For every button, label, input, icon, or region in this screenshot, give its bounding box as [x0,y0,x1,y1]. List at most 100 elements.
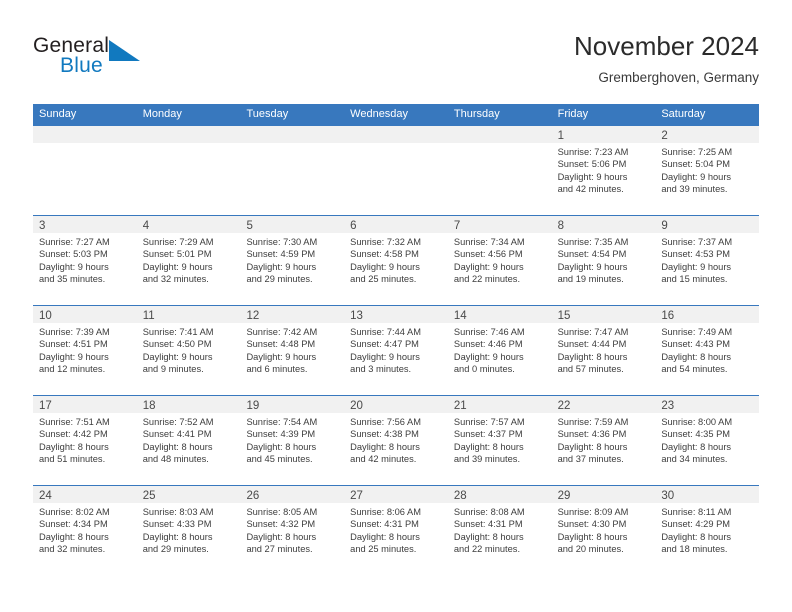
day-cell[interactable]: 5 Sunrise: 7:30 AM Sunset: 4:59 PM Daylight… [240,216,345,305]
day-sun-info: Sunrise: 7:39 AM Sunset: 4:51 PM Daylight:… [33,323,137,376]
general-blue-logo[interactable]: General Blue [33,34,213,90]
sunrise-text: Sunrise: 8:08 AM [453,507,525,517]
weekday-header-sunday: Sunday [39,108,77,120]
sunset-text: Sunset: 4:29 PM [661,519,731,530]
daylight-text-line2: and 18 minutes. [661,544,728,555]
day-cell[interactable]: 10 Sunrise: 7:39 AM Sunset: 4:51 PM Dayligh… [33,306,137,395]
page-title: November 2024 [574,31,759,61]
day-cell[interactable]: 18 Sunrise: 7:52 AM Sunset: 4:41 PM Dayligh… [136,396,241,485]
day-number-band: 30 [655,486,760,503]
calendar-grid: Sunday Monday Tuesday Wednesday Thursday… [33,104,760,575]
sunrise-text: Sunrise: 7:27 AM [39,237,110,247]
day-number-band: 5 [240,216,345,233]
day-cell[interactable]: 28 Sunrise: 8:08 AM Sunset: 4:31 PM Dayligh… [447,486,552,575]
day-cell[interactable]: 16 Sunrise: 7:49 AM Sunset: 4:43 PM Dayligh… [655,306,760,395]
daylight-text-line1: Daylight: 8 hours [661,351,732,362]
day-sun-info: Sunrise: 7:44 AM Sunset: 4:47 PM Daylight:… [344,323,448,376]
day-cell[interactable]: 8 Sunrise: 7:35 AM Sunset: 4:54 PM Daylight… [551,216,656,305]
sunrise-text: Sunrise: 7:32 AM [350,237,421,247]
day-number: 9 [661,220,668,232]
day-number-band: 7 [447,216,552,233]
sunset-text: Sunset: 4:33 PM [142,519,212,530]
sunset-text: Sunset: 4:31 PM [453,519,523,530]
day-number-band: 25 [136,486,241,503]
day-cell-empty [344,126,448,215]
day-cell[interactable]: 12 Sunrise: 7:42 AM Sunset: 4:48 PM Dayligh… [240,306,345,395]
day-cell[interactable]: 19 Sunrise: 7:54 AM Sunset: 4:39 PM Dayligh… [240,396,345,485]
day-cell[interactable]: 25 Sunrise: 8:03 AM Sunset: 4:33 PM Dayligh… [136,486,241,575]
sunset-text: Sunset: 5:06 PM [557,159,627,170]
daylight-text-line1: Daylight: 9 hours [39,261,109,272]
day-number-band: 6 [344,216,448,233]
day-cell[interactable]: 26 Sunrise: 8:05 AM Sunset: 4:32 PM Dayligh… [240,486,345,575]
day-number: 22 [557,400,571,412]
daylight-text-line1: Daylight: 9 hours [453,351,524,362]
week-row: 17 Sunrise: 7:51 AM Sunset: 4:42 PM Dayligh… [33,395,760,485]
day-cell[interactable]: 7 Sunrise: 7:34 AM Sunset: 4:56 PM Daylight… [447,216,552,305]
day-cell[interactable]: 30 Sunrise: 8:11 AM Sunset: 4:29 PM Dayligh… [655,486,760,575]
sunset-text: Sunset: 4:31 PM [350,519,419,530]
day-number: 30 [661,490,675,502]
day-cell[interactable]: 14 Sunrise: 7:46 AM Sunset: 4:46 PM Dayligh… [447,306,552,395]
day-cell[interactable]: 11 Sunrise: 7:41 AM Sunset: 4:50 PM Dayligh… [136,306,241,395]
day-cell[interactable]: 1 Sunrise: 7:23 AM Sunset: 5:06 PM Daylight… [551,126,656,215]
day-cell[interactable]: 2 Sunrise: 7:25 AM Sunset: 5:04 PM Daylight… [655,126,760,215]
day-sun-info: Sunrise: 7:46 AM Sunset: 4:46 PM Daylight:… [448,323,552,376]
sunrise-text: Sunrise: 8:02 AM [39,507,110,517]
weekday-header-saturday: Saturday [661,108,706,120]
day-cell[interactable]: 9 Sunrise: 7:37 AM Sunset: 4:53 PM Daylight… [655,216,760,305]
day-number: 20 [350,400,363,412]
day-cell[interactable]: 24 Sunrise: 8:02 AM Sunset: 4:34 PM Dayligh… [33,486,137,575]
day-cell[interactable]: 13 Sunrise: 7:44 AM Sunset: 4:47 PM Dayligh… [344,306,448,395]
sunset-text: Sunset: 5:04 PM [661,159,731,170]
sunrise-text: Sunrise: 7:59 AM [557,417,629,427]
day-sun-info: Sunrise: 7:47 AM Sunset: 4:44 PM Daylight:… [552,323,656,376]
sunrise-text: Sunrise: 7:35 AM [557,237,629,247]
day-number-band: 9 [655,216,760,233]
day-number: 26 [246,490,260,502]
weekday-header-thursday: Thursday [453,108,500,120]
day-number: 27 [350,490,363,502]
daylight-text-line1: Daylight: 8 hours [142,441,213,452]
day-sun-info: Sunrise: 8:11 AM Sunset: 4:29 PM Daylight:… [655,503,759,556]
day-cell[interactable]: 20 Sunrise: 7:56 AM Sunset: 4:38 PM Dayligh… [344,396,448,485]
daylight-text-line2: and 27 minutes. [246,544,313,555]
day-cell[interactable]: 22 Sunrise: 7:59 AM Sunset: 4:36 PM Dayligh… [551,396,656,485]
day-sun-info: Sunrise: 8:08 AM Sunset: 4:31 PM Daylight:… [448,503,552,556]
daylight-text-line2: and 51 minutes. [39,454,106,465]
day-number: 21 [453,400,467,412]
day-cell[interactable]: 15 Sunrise: 7:47 AM Sunset: 4:44 PM Dayligh… [551,306,656,395]
weekday-header-row: Sunday Monday Tuesday Wednesday Thursday… [33,104,759,125]
daylight-text-line1: Daylight: 9 hours [39,351,109,362]
daylight-text-line2: and 42 minutes. [350,454,417,465]
day-number-band: 3 [33,216,137,233]
day-cell[interactable]: 4 Sunrise: 7:29 AM Sunset: 5:01 PM Daylight… [136,216,241,305]
day-number: 6 [350,220,357,232]
day-cell[interactable]: 17 Sunrise: 7:51 AM Sunset: 4:42 PM Dayligh… [33,396,137,485]
day-cell[interactable]: 3 Sunrise: 7:27 AM Sunset: 5:03 PM Daylight… [33,216,137,305]
daylight-text-line1: Daylight: 8 hours [246,441,317,452]
sunset-text: Sunset: 4:32 PM [246,519,316,530]
sunset-text: Sunset: 4:38 PM [350,429,419,440]
day-number-band [240,126,345,143]
page-header: General Blue November 2024 Gremberghoven… [33,30,759,96]
daylight-text-line2: and 22 minutes. [453,274,521,285]
day-cell[interactable]: 21 Sunrise: 7:57 AM Sunset: 4:37 PM Dayligh… [447,396,552,485]
daylight-text-line2: and 25 minutes. [350,274,417,285]
day-cell[interactable]: 6 Sunrise: 7:32 AM Sunset: 4:58 PM Daylight… [344,216,448,305]
daylight-text-line1: Daylight: 9 hours [350,351,420,362]
day-cell[interactable]: 29 Sunrise: 8:09 AM Sunset: 4:30 PM Dayligh… [551,486,656,575]
daylight-text-line2: and 20 minutes. [557,544,624,555]
sunrise-text: Sunrise: 7:51 AM [39,417,110,427]
day-number-band: 18 [136,396,241,413]
daylight-text-line2: and 45 minutes. [246,454,313,465]
daylight-text-line2: and 6 minutes. [246,364,308,375]
day-cell[interactable]: 27 Sunrise: 8:06 AM Sunset: 4:31 PM Dayligh… [344,486,448,575]
sunrise-text: Sunrise: 7:39 AM [39,327,110,337]
day-number: 17 [39,400,52,412]
day-cell[interactable]: 23 Sunrise: 8:00 AM Sunset: 4:35 PM Dayligh… [655,396,760,485]
sunset-text: Sunset: 4:59 PM [246,249,316,260]
daylight-text-line1: Daylight: 9 hours [453,261,524,272]
day-number: 2 [661,130,668,142]
daylight-text-line2: and 9 minutes. [142,364,204,375]
